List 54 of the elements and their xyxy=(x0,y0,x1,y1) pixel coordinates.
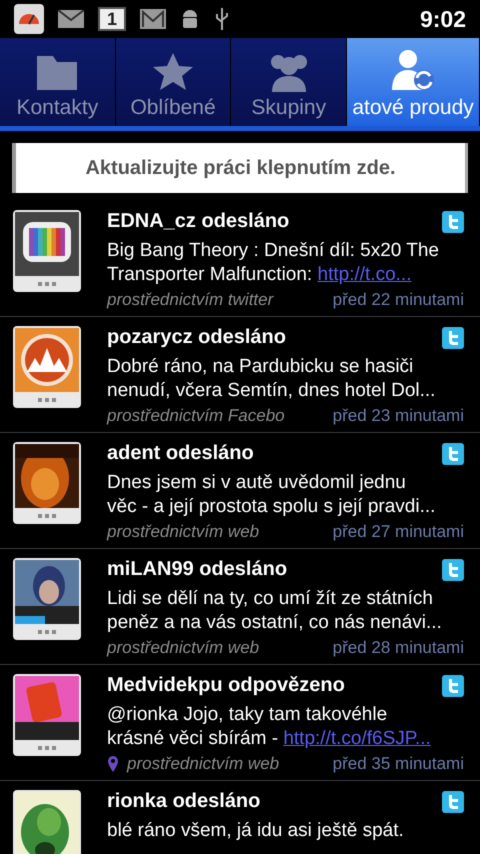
avatar-card[interactable] xyxy=(13,210,81,292)
mail-icon xyxy=(140,9,166,29)
post-source: prostřednictvím web xyxy=(107,522,260,542)
post-title: pozarycz odesláno xyxy=(107,326,286,349)
avatar-card[interactable] xyxy=(13,674,81,756)
post-link[interactable]: http://t.co... xyxy=(318,264,412,285)
bird-icon xyxy=(442,790,464,812)
post-time: před 28 minutami xyxy=(332,638,464,658)
usb-icon xyxy=(214,6,230,32)
tab[interactable]: Kontakty xyxy=(0,38,116,126)
post-time: před 27 minutami xyxy=(332,522,464,542)
bird-icon xyxy=(442,674,464,696)
bird-icon xyxy=(442,326,464,348)
post-text: @rionka Jojo, taky tam takovéhle krásné věci sbírám - http://t.co/f6SJP... xyxy=(107,703,432,751)
dots-icon xyxy=(37,513,57,519)
calendar-icon: 1 xyxy=(98,7,126,31)
post-text: Big Bang Theory : Dnešní díl: 5x20 The Transporter Malfunction: http://t.co... xyxy=(107,239,440,287)
dots-icon xyxy=(37,629,57,635)
post-title: rionka odesláno xyxy=(107,790,260,813)
mail-icon xyxy=(58,10,84,28)
gauge-icon xyxy=(14,4,44,34)
post-time: před 23 minutami xyxy=(332,406,464,426)
dots-icon xyxy=(37,745,57,751)
tab[interactable]: atové proudy xyxy=(347,38,480,126)
android-icon xyxy=(180,8,200,30)
avatar-card[interactable] xyxy=(13,442,81,524)
star-icon xyxy=(152,52,194,92)
post-time: před 22 minutami xyxy=(332,290,464,310)
post-title: adent odesláno xyxy=(107,442,254,465)
dots-icon xyxy=(37,281,57,287)
post-title: miLAN99 odesláno xyxy=(107,558,288,581)
post-source: prostřednictvím web xyxy=(107,638,260,658)
post-text: Dobré ráno, na Pardubicku se hasiči nenudí, včera Semtín, dnes hotel Dol... xyxy=(107,355,436,403)
post-title: EDNA_cz odesláno xyxy=(107,210,290,233)
dots-icon xyxy=(37,397,57,403)
refresh-button[interactable]: Aktualizujte práci klepnutím zde. xyxy=(12,143,468,193)
bird-icon xyxy=(442,442,464,464)
tab[interactable]: Skupiny xyxy=(231,38,348,126)
avatar-card[interactable] xyxy=(13,790,81,854)
post-text: Lidi se dělí na ty, co umí žít ze státních peněz a na vás ostatní, co nás nenávi... xyxy=(107,587,443,635)
post-source: prostřednictvím Facebo xyxy=(107,406,285,426)
post-source: prostřednictvím twitter xyxy=(107,290,274,310)
avatar-card[interactable] xyxy=(13,558,81,640)
post-text: Dnes jsem si v autě uvědomil jednu věc - a její prostota spolu s její pravdi... xyxy=(107,471,436,519)
post-text: blé ráno všem, já idu asi ještě spát. xyxy=(107,819,405,843)
post-time: před 35 minutami xyxy=(332,754,464,774)
contact-sync-icon xyxy=(390,48,436,92)
clock-time: 9:02 xyxy=(420,6,466,32)
post-title: Medvidekpu odpovězeno xyxy=(107,674,345,697)
bird-icon xyxy=(442,558,464,580)
post-link[interactable]: http://t.co/f6SJP... xyxy=(283,728,431,749)
bird-icon xyxy=(442,210,464,232)
tab[interactable]: Oblíbené xyxy=(116,38,232,126)
post-source: prostřednictvím web xyxy=(127,754,280,774)
